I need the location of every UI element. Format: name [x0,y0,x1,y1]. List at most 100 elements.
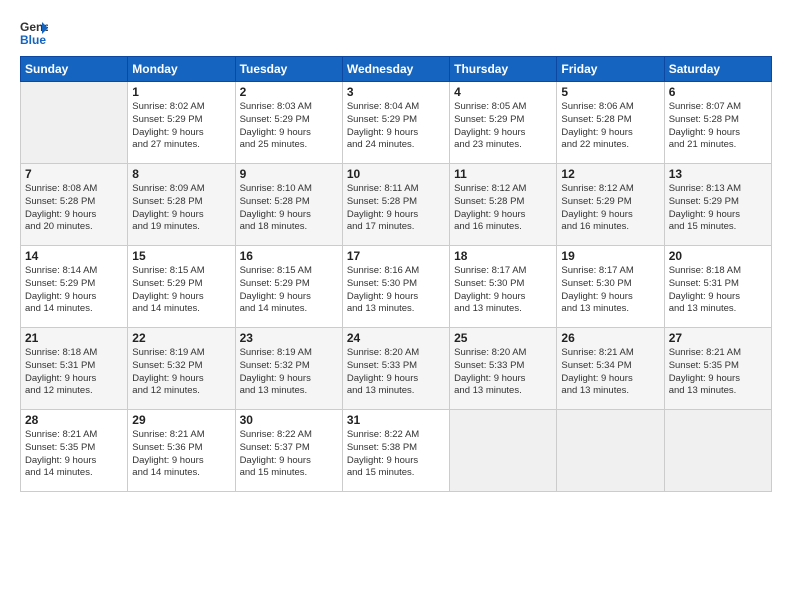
day-header-friday: Friday [557,57,664,82]
day-number: 19 [561,249,659,263]
day-header-thursday: Thursday [450,57,557,82]
calendar-cell: 11 Sunrise: 8:12 AMSunset: 5:28 PMDayligh… [450,164,557,246]
calendar-cell: 18 Sunrise: 8:17 AMSunset: 5:30 PMDayligh… [450,246,557,328]
day-info: Sunrise: 8:17 AMSunset: 5:30 PMDaylight:… [561,265,659,316]
logo: General Blue [20,18,52,46]
calendar-cell: 8Sunrise: 8:09 AMSunset: 5:28 PMDaylight… [128,164,235,246]
calendar-cell: 15Sunrise: 8:15 AMSunset: 5:29 PMDayligh… [128,246,235,328]
calendar-cell: 24 Sunrise: 8:20 AMSunset: 5:33 PMDayligh… [342,328,449,410]
day-info: Sunrise: 8:10 AMSunset: 5:28 PMDaylight:… [240,183,338,234]
calendar-cell: 30Sunrise: 8:22 AMSunset: 5:37 PMDayligh… [235,410,342,492]
day-info: Sunrise: 8:21 AMSunset: 5:35 PMDaylight:… [25,429,123,480]
day-info: Sunrise: 8:02 AMSunset: 5:29 PMDaylight:… [132,101,230,152]
day-info: Sunrise: 8:16 AMSunset: 5:30 PMDaylight:… [347,265,445,316]
day-info: Sunrise: 8:08 AMSunset: 5:28 PMDaylight:… [25,183,123,234]
calendar-cell: 25 Sunrise: 8:20 AMSunset: 5:33 PMDayligh… [450,328,557,410]
day-header-wednesday: Wednesday [342,57,449,82]
calendar-cell: 23 Sunrise: 8:19 AMSunset: 5:32 PMDayligh… [235,328,342,410]
day-info: Sunrise: 8:13 AMSunset: 5:29 PMDaylight:… [669,183,767,234]
day-info: Sunrise: 8:05 AMSunset: 5:29 PMDaylight:… [454,101,552,152]
day-header-saturday: Saturday [664,57,771,82]
day-number: 18 [454,249,552,263]
calendar-cell: 1 Sunrise: 8:02 AMSunset: 5:29 PMDaylight… [128,82,235,164]
week-row-4: 28 Sunrise: 8:21 AMSunset: 5:35 PMDayligh… [21,410,772,492]
day-info: Sunrise: 8:20 AMSunset: 5:33 PMDaylight:… [347,347,445,398]
day-number: 2 [240,85,338,99]
calendar-cell [664,410,771,492]
calendar-cell: 31 Sunrise: 8:22 AMSunset: 5:38 PMDayligh… [342,410,449,492]
day-header-tuesday: Tuesday [235,57,342,82]
day-number: 27 [669,331,767,345]
day-info: Sunrise: 8:22 AMSunset: 5:37 PMDaylight:… [240,429,338,480]
calendar-cell: 22 Sunrise: 8:19 AMSunset: 5:32 PMDayligh… [128,328,235,410]
day-number: 24 [347,331,445,345]
day-number: 10 [347,167,445,181]
day-number: 5 [561,85,659,99]
calendar-cell: 16 Sunrise: 8:15 AMSunset: 5:29 PMDayligh… [235,246,342,328]
day-number: 15 [132,249,230,263]
calendar-cell: 5 Sunrise: 8:06 AMSunset: 5:28 PMDaylight… [557,82,664,164]
day-info: Sunrise: 8:07 AMSunset: 5:28 PMDaylight:… [669,101,767,152]
day-number: 25 [454,331,552,345]
day-info: Sunrise: 8:20 AMSunset: 5:33 PMDaylight:… [454,347,552,398]
calendar-cell: 17 Sunrise: 8:16 AMSunset: 5:30 PMDayligh… [342,246,449,328]
day-number: 8 [132,167,230,181]
calendar-cell: 7 Sunrise: 8:08 AMSunset: 5:28 PMDaylight… [21,164,128,246]
day-number: 13 [669,167,767,181]
day-number: 9 [240,167,338,181]
day-number: 16 [240,249,338,263]
calendar-cell: 4 Sunrise: 8:05 AMSunset: 5:29 PMDaylight… [450,82,557,164]
day-info: Sunrise: 8:21 AMSunset: 5:35 PMDaylight:… [669,347,767,398]
calendar-cell: 28 Sunrise: 8:21 AMSunset: 5:35 PMDayligh… [21,410,128,492]
day-number: 1 [132,85,230,99]
calendar-cell: 2Sunrise: 8:03 AMSunset: 5:29 PMDaylight… [235,82,342,164]
calendar-cell: 6 Sunrise: 8:07 AMSunset: 5:28 PMDaylight… [664,82,771,164]
day-info: Sunrise: 8:11 AMSunset: 5:28 PMDaylight:… [347,183,445,234]
calendar-cell: 27 Sunrise: 8:21 AMSunset: 5:35 PMDayligh… [664,328,771,410]
day-info: Sunrise: 8:12 AMSunset: 5:29 PMDaylight:… [561,183,659,234]
day-info: Sunrise: 8:06 AMSunset: 5:28 PMDaylight:… [561,101,659,152]
day-info: Sunrise: 8:21 AMSunset: 5:36 PMDaylight:… [132,429,230,480]
day-info: Sunrise: 8:14 AMSunset: 5:29 PMDaylight:… [25,265,123,316]
day-number: 6 [669,85,767,99]
week-row-0: 1 Sunrise: 8:02 AMSunset: 5:29 PMDaylight… [21,82,772,164]
day-number: 11 [454,167,552,181]
day-info: Sunrise: 8:17 AMSunset: 5:30 PMDaylight:… [454,265,552,316]
day-info: Sunrise: 8:22 AMSunset: 5:38 PMDaylight:… [347,429,445,480]
calendar-cell: 3 Sunrise: 8:04 AMSunset: 5:29 PMDaylight… [342,82,449,164]
day-number: 31 [347,413,445,427]
week-row-3: 21 Sunrise: 8:18 AMSunset: 5:31 PMDayligh… [21,328,772,410]
day-number: 28 [25,413,123,427]
day-number: 4 [454,85,552,99]
calendar-cell: 10 Sunrise: 8:11 AMSunset: 5:28 PMDayligh… [342,164,449,246]
day-info: Sunrise: 8:12 AMSunset: 5:28 PMDaylight:… [454,183,552,234]
day-info: Sunrise: 8:15 AMSunset: 5:29 PMDaylight:… [240,265,338,316]
day-number: 7 [25,167,123,181]
calendar-cell: 26 Sunrise: 8:21 AMSunset: 5:34 PMDayligh… [557,328,664,410]
day-number: 26 [561,331,659,345]
day-number: 29 [132,413,230,427]
day-info: Sunrise: 8:19 AMSunset: 5:32 PMDaylight:… [240,347,338,398]
calendar-cell: 13 Sunrise: 8:13 AMSunset: 5:29 PMDayligh… [664,164,771,246]
day-number: 22 [132,331,230,345]
day-header-sunday: Sunday [21,57,128,82]
day-info: Sunrise: 8:21 AMSunset: 5:34 PMDaylight:… [561,347,659,398]
calendar-cell: 12Sunrise: 8:12 AMSunset: 5:29 PMDayligh… [557,164,664,246]
calendar-cell [557,410,664,492]
calendar-cell: 19 Sunrise: 8:17 AMSunset: 5:30 PMDayligh… [557,246,664,328]
day-number: 21 [25,331,123,345]
calendar-cell: 9 Sunrise: 8:10 AMSunset: 5:28 PMDaylight… [235,164,342,246]
calendar-cell [450,410,557,492]
day-header-monday: Monday [128,57,235,82]
week-row-2: 14 Sunrise: 8:14 AMSunset: 5:29 PMDayligh… [21,246,772,328]
day-number: 3 [347,85,445,99]
day-number: 23 [240,331,338,345]
day-info: Sunrise: 8:04 AMSunset: 5:29 PMDaylight:… [347,101,445,152]
day-info: Sunrise: 8:19 AMSunset: 5:32 PMDaylight:… [132,347,230,398]
calendar-cell [21,82,128,164]
day-number: 14 [25,249,123,263]
calendar-cell: 29 Sunrise: 8:21 AMSunset: 5:36 PMDayligh… [128,410,235,492]
calendar-cell: 14 Sunrise: 8:14 AMSunset: 5:29 PMDayligh… [21,246,128,328]
day-number: 17 [347,249,445,263]
day-info: Sunrise: 8:18 AMSunset: 5:31 PMDaylight:… [25,347,123,398]
